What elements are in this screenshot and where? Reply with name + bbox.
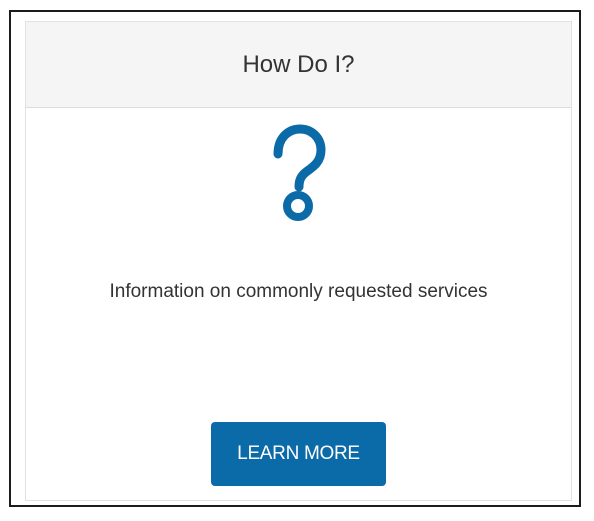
how-do-i-card: How Do I? Information on commonly reques…: [25, 21, 572, 501]
question-mark-icon: [273, 124, 325, 221]
outer-frame: How Do I? Information on commonly reques…: [9, 10, 581, 507]
icon-container: [26, 124, 571, 224]
card-description: Information on commonly requested servic…: [109, 281, 488, 302]
card-header: How Do I?: [26, 22, 571, 108]
card-title: How Do I?: [242, 50, 355, 78]
learn-more-button[interactable]: LEARN MORE: [211, 422, 386, 486]
